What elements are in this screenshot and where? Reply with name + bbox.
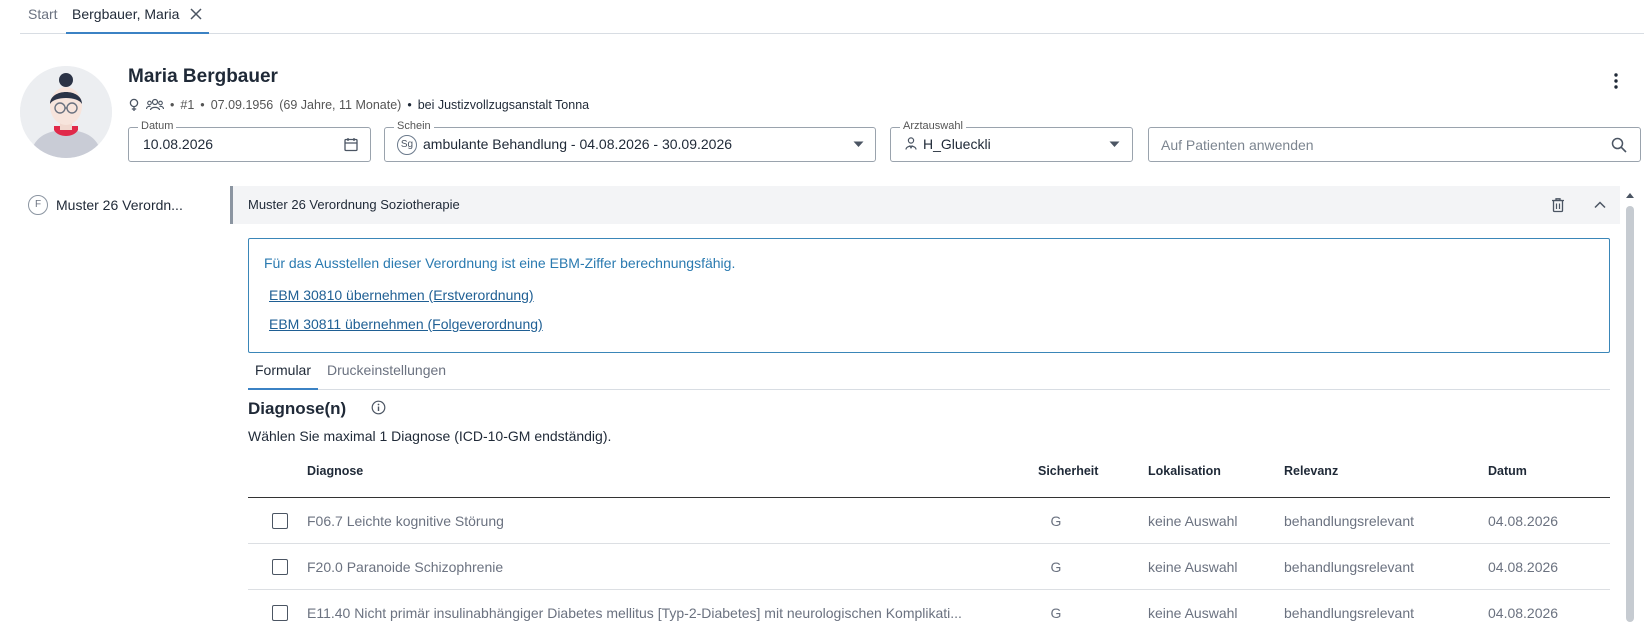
trash-icon[interactable] [1550, 197, 1566, 213]
cell-datum: 04.08.2026 [1488, 605, 1559, 621]
table-row[interactable]: F20.0 Paranoide Schizophrenie G keine Au… [248, 544, 1610, 590]
form-subtabs: Formular Druckeinstellungen [248, 358, 1610, 390]
cell-lokalisation: keine Auswahl [1148, 605, 1238, 621]
ebm-30810-link[interactable]: EBM 30810 übernehmen (Erstverordnung) [269, 287, 534, 303]
doctor-value-wrap: H_Glueckli [905, 128, 991, 161]
cell-lokalisation: keine Auswahl [1148, 559, 1238, 575]
dropdown-arrow-icon[interactable] [1109, 141, 1120, 148]
diagnosen-table-header: Diagnose Sicherheit Lokalisation Relevan… [248, 452, 1610, 498]
separator: • [200, 98, 205, 112]
ebm-info-text: Für das Ausstellen dieser Verordnung ist… [264, 255, 736, 271]
cell-lokalisation: keine Auswahl [1148, 513, 1238, 529]
tab-formular[interactable]: Formular [248, 358, 319, 390]
doctor-select[interactable]: Arztauswahl H_Glueckli [890, 120, 1133, 162]
tab-patient-label: Bergbauer, Maria [72, 6, 180, 22]
column-header-diagnose[interactable]: Diagnose [307, 464, 363, 478]
separator: • [407, 98, 412, 112]
tab-start[interactable]: Start [28, 0, 58, 34]
schein-type-badge: Sg [397, 135, 417, 156]
close-icon[interactable] [189, 7, 203, 21]
patient-age: (69 Jahre, 11 Monate) [279, 98, 402, 112]
apply-to-patient-search[interactable] [1148, 127, 1641, 162]
patient-name: Maria Bergbauer [128, 66, 278, 87]
doctor-icon [905, 137, 917, 150]
table-row[interactable]: E11.40 Nicht primär insulinabhängiger Di… [248, 590, 1610, 632]
date-field-value: 10.08.2026 [143, 136, 214, 152]
column-header-lokalisation[interactable]: Lokalisation [1148, 464, 1221, 478]
date-field[interactable]: Datum 10.08.2026 [128, 120, 371, 162]
tab-druckeinstellungen[interactable]: Druckeinstellungen [320, 358, 453, 390]
schein-value: ambulante Behandlung - 04.08.2026 - 30.0… [423, 136, 733, 152]
cell-datum: 04.08.2026 [1488, 513, 1559, 529]
scroll-up-arrow-icon[interactable] [1625, 190, 1635, 200]
cell-sicherheit: G [1050, 513, 1062, 529]
dropdown-arrow-icon[interactable] [853, 141, 864, 148]
patient-number: #1 [180, 98, 195, 112]
separator: • [170, 98, 175, 112]
table-row[interactable]: F06.7 Leichte kognitive Störung G keine … [248, 498, 1610, 544]
form-badge: F [28, 195, 48, 215]
cell-diagnose: F06.7 Leichte kognitive Störung [307, 513, 504, 529]
doctor-value: H_Glueckli [923, 136, 991, 152]
column-header-sicherheit[interactable]: Sicherheit [1038, 464, 1098, 478]
schein-value-wrap: Sg ambulante Behandlung - 04.08.2026 - 30… [397, 128, 732, 161]
schein-select[interactable]: Schein Sg ambulante Behandlung - 04.08.20… [384, 120, 876, 162]
cell-relevanz: behandlungsrelevant [1284, 559, 1414, 575]
row-checkbox[interactable] [272, 559, 288, 575]
cell-sicherheit: G [1050, 605, 1062, 621]
more-options-icon[interactable] [1612, 72, 1620, 90]
chevron-up-icon[interactable] [1593, 198, 1607, 212]
search-icon[interactable] [1611, 137, 1627, 153]
diagnosen-hint: Wählen Sie maximal 1 Diagnose (ICD-10-GM… [248, 428, 612, 444]
patient-birth: 07.09.1956 [210, 98, 274, 112]
sidebar-item-muster-26[interactable]: F Muster 26 Verordn... [28, 194, 208, 216]
column-header-datum[interactable]: Datum [1488, 464, 1527, 478]
ebm-30811-link[interactable]: EBM 30811 übernehmen (Folgeverordnung) [269, 316, 543, 332]
section-title: Muster 26 Verordnung Soziotherapie [248, 197, 460, 212]
ebm-info-box: Für das Ausstellen dieser Verordnung ist… [248, 238, 1610, 353]
row-checkbox[interactable] [272, 605, 288, 621]
section-header[interactable]: Muster 26 Verordnung Soziotherapie [230, 186, 1620, 224]
cell-relevanz: behandlungsrelevant [1284, 513, 1414, 529]
cell-relevanz: behandlungsrelevant [1284, 605, 1414, 621]
avatar [20, 66, 112, 158]
tab-bar: Start Bergbauer, Maria [20, 0, 1644, 34]
patient-location: bei Justizvollzugsanstalt Tonna [417, 98, 590, 112]
tab-patient[interactable]: Bergbauer, Maria [66, 0, 210, 34]
patient-meta: • #1 • 07.09.1956 (69 Jahre, 11 Monate) … [128, 96, 589, 114]
info-icon[interactable] [371, 400, 386, 415]
scrollbar-thumb[interactable] [1626, 206, 1634, 622]
cell-datum: 04.08.2026 [1488, 559, 1559, 575]
group-icon [146, 98, 164, 111]
cell-sicherheit: G [1050, 559, 1062, 575]
apply-to-patient-input[interactable] [1161, 129, 1601, 160]
cell-diagnose: F20.0 Paranoide Schizophrenie [307, 559, 504, 575]
column-header-relevanz[interactable]: Relevanz [1284, 464, 1338, 478]
row-checkbox[interactable] [272, 513, 288, 529]
sidebar-item-label: Muster 26 Verordn... [56, 197, 183, 213]
female-icon [129, 98, 139, 111]
calendar-icon[interactable] [344, 137, 358, 152]
diagnosen-title: Diagnose(n) [248, 399, 347, 418]
cell-diagnose: E11.40 Nicht primär insulinabhängiger Di… [307, 605, 962, 621]
